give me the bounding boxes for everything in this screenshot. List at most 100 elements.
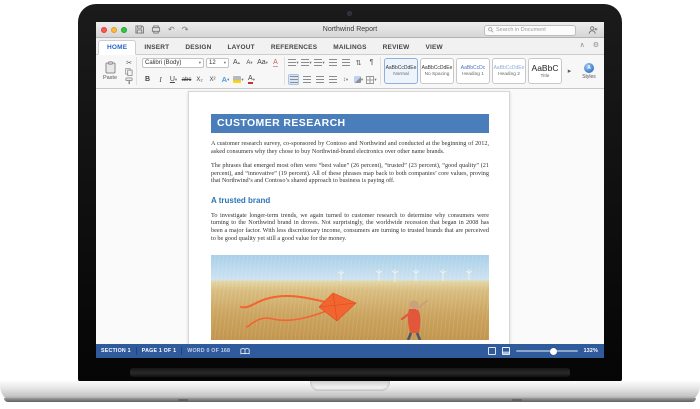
multilevel-list-icon (314, 59, 322, 66)
style-title[interactable]: AaBbC Title (528, 58, 562, 84)
increase-indent-button[interactable] (340, 57, 351, 68)
document-title-banner: CUSTOMER RESEARCH (211, 114, 489, 133)
proofing-book-icon[interactable] (235, 344, 255, 358)
format-painter-icon[interactable] (125, 77, 133, 85)
tab-mailings[interactable]: MAILINGS (325, 41, 374, 54)
tab-view[interactable]: VIEW (417, 41, 450, 54)
multilevel-list-button[interactable]: ▾ (314, 57, 325, 68)
styles-pane-button[interactable]: A Styles (577, 63, 601, 80)
laptop-lid-notch (310, 381, 390, 391)
change-case-button[interactable]: Aa▾ (257, 57, 268, 68)
style-sample: AaBbCcDdEe (422, 65, 453, 71)
laptop-foot (512, 399, 522, 401)
style-no-spacing[interactable]: AaBbCcDdEe No Spacing (420, 58, 454, 84)
tab-review[interactable]: REVIEW (375, 41, 418, 54)
person-with-kite (402, 301, 427, 341)
paste-label: Paste (103, 75, 117, 81)
zoom-slider[interactable] (516, 350, 578, 352)
font-size-value: 12 (209, 60, 222, 66)
search-input[interactable] (496, 27, 572, 33)
paragraph-group: ▾ ▾ ▾ ⇅ ¶ ↕▾ ▾ ▾ (284, 57, 377, 85)
zoom-level[interactable]: 132% (584, 348, 598, 354)
highlighter-icon (233, 76, 241, 83)
numbered-list-icon (301, 59, 309, 66)
word-app-window: ↶ ↷ Northwind Report HOME INSERT DESIGN … (96, 22, 604, 358)
close-button[interactable] (101, 27, 107, 33)
clipboard-icon (105, 61, 116, 74)
sort-button[interactable]: ⇅ (353, 57, 364, 68)
subscript-button[interactable]: X₂ (194, 74, 205, 85)
wind-turbines (338, 269, 472, 282)
grow-font-button[interactable]: A▴ (231, 57, 242, 68)
strikethrough-button[interactable]: abc (181, 74, 192, 85)
italic-button[interactable]: I (155, 74, 166, 85)
justify-icon (329, 76, 337, 83)
paragraph: To investigate longer-term trends, we ag… (211, 212, 489, 242)
align-left-button[interactable] (288, 74, 299, 85)
font-color-button[interactable]: A▾ (246, 74, 257, 85)
tab-references[interactable]: REFERENCES (263, 41, 325, 54)
collapse-ribbon-icon[interactable]: ∧ (580, 41, 585, 49)
align-left-icon (290, 76, 298, 83)
search-box[interactable] (484, 25, 576, 36)
style-name: Heading 2 (498, 72, 520, 77)
superscript-button[interactable]: X² (207, 74, 218, 85)
kite-field-photo[interactable] (211, 255, 489, 340)
zoom-slider-knob[interactable] (550, 348, 557, 355)
ribbon-settings-gear-icon[interactable]: ⚙ (593, 41, 599, 49)
tab-insert[interactable]: INSERT (136, 41, 177, 54)
borders-button[interactable]: ▾ (366, 74, 377, 85)
styles-pane-label: Styles (582, 74, 596, 80)
laptop-hinge (130, 368, 570, 377)
redo-icon[interactable]: ↷ (182, 26, 189, 34)
justify-button[interactable] (327, 74, 338, 85)
clear-formatting-button[interactable]: A (270, 57, 281, 68)
word-count-indicator[interactable]: WORD 0 OF 168 (182, 344, 235, 358)
style-normal[interactable]: AaBbCcDdEe Normal (384, 58, 418, 84)
save-icon[interactable] (135, 25, 144, 34)
copy-icon[interactable] (125, 68, 133, 76)
style-heading-1[interactable]: AaBbCcDc Heading 1 (456, 58, 490, 84)
fullscreen-button[interactable] (121, 27, 127, 33)
document-page[interactable]: CUSTOMER RESEARCH A customer research su… (188, 91, 510, 344)
style-name: Heading 1 (462, 72, 484, 77)
numbering-button[interactable]: ▾ (301, 57, 312, 68)
line-spacing-button[interactable]: ↕▾ (340, 74, 351, 85)
decrease-indent-button[interactable] (327, 57, 338, 68)
borders-grid-icon (366, 76, 374, 84)
undo-icon[interactable]: ↶ (168, 26, 175, 34)
style-heading-2[interactable]: AaBbCcDdEe Heading 2 (492, 58, 526, 84)
paragraph: A customer research survey, co-sponsored… (211, 140, 489, 155)
laptop-foot (178, 399, 188, 401)
align-center-button[interactable] (301, 74, 312, 85)
page-indicator[interactable]: PAGE 1 OF 1 (137, 344, 181, 358)
bullets-button[interactable]: ▾ (288, 57, 299, 68)
clipboard-small-buttons: ✂ (124, 57, 137, 85)
underline-button[interactable]: U▾ (168, 74, 179, 85)
print-icon[interactable] (151, 25, 161, 34)
highlight-button[interactable]: ▾ (233, 74, 244, 85)
tab-design[interactable]: DESIGN (177, 41, 219, 54)
cut-icon[interactable]: ✂ (124, 57, 135, 68)
document-workspace: CUSTOMER RESEARCH A customer research su… (96, 89, 604, 344)
share-person-icon[interactable] (588, 25, 598, 35)
search-icon (488, 27, 494, 33)
web-layout-view-icon[interactable] (502, 347, 510, 355)
print-layout-view-icon[interactable] (488, 347, 496, 355)
section-indicator[interactable]: SECTION 1 (96, 344, 136, 358)
shrink-font-button[interactable]: A▾ (244, 57, 255, 68)
ribbon-tab-bar: HOME INSERT DESIGN LAYOUT REFERENCES MAI… (96, 38, 604, 55)
text-effects-button[interactable]: A▾ (220, 74, 231, 85)
align-right-button[interactable] (314, 74, 325, 85)
shading-button[interactable]: ▾ (353, 74, 364, 85)
font-name-select[interactable]: Calibri (Body) ▾ (142, 58, 204, 68)
minimize-button[interactable] (111, 27, 117, 33)
bold-button[interactable]: B (142, 74, 153, 85)
align-center-icon (303, 76, 311, 83)
font-size-select[interactable]: 12 ▾ (206, 58, 229, 68)
paste-button[interactable]: Paste (99, 57, 121, 85)
tab-home[interactable]: HOME (98, 40, 136, 55)
tab-layout[interactable]: LAYOUT (219, 41, 262, 54)
styles-gallery-more-icon[interactable]: ▸ (564, 66, 575, 77)
show-formatting-marks-button[interactable]: ¶ (366, 57, 377, 68)
